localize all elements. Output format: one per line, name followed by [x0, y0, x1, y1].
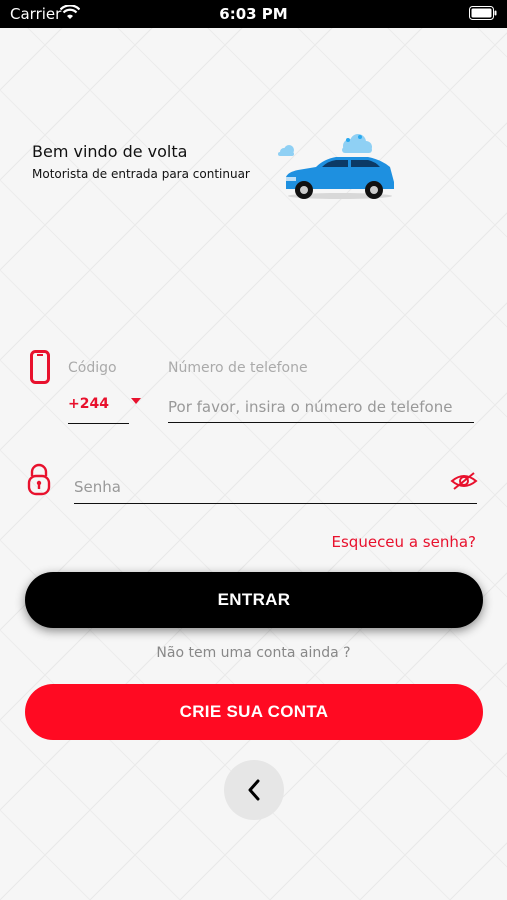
no-account-text: Não tem uma conta ainda ?	[156, 645, 351, 661]
phone-number-label: Número de telefone	[168, 360, 308, 376]
country-code-value: +244	[68, 396, 109, 412]
car-illustration	[278, 134, 394, 199]
country-code-label: Código	[68, 360, 117, 376]
caret-down-icon[interactable]	[131, 398, 141, 404]
forgot-password-link[interactable]: Esqueceu a senha?	[332, 533, 476, 551]
phone-icon	[30, 350, 50, 384]
enter-button[interactable]: ENTRAR	[25, 572, 483, 628]
password-input[interactable]	[74, 470, 477, 504]
back-button[interactable]	[224, 760, 284, 820]
phone-number-input[interactable]	[168, 392, 474, 423]
battery-icon	[469, 6, 497, 20]
lock-icon	[27, 463, 51, 496]
clock: 6:03 PM	[219, 5, 288, 23]
create-account-button[interactable]: CRIE SUA CONTA	[25, 684, 483, 740]
eye-off-icon[interactable]	[450, 470, 478, 492]
page-title: Bem vindo de volta	[32, 142, 188, 161]
country-code-underline	[68, 423, 129, 424]
chevron-left-icon	[248, 779, 260, 801]
status-bar: Carrier 6:03 PM	[0, 0, 507, 28]
page-subtitle: Motorista de entrada para continuar	[32, 167, 250, 181]
